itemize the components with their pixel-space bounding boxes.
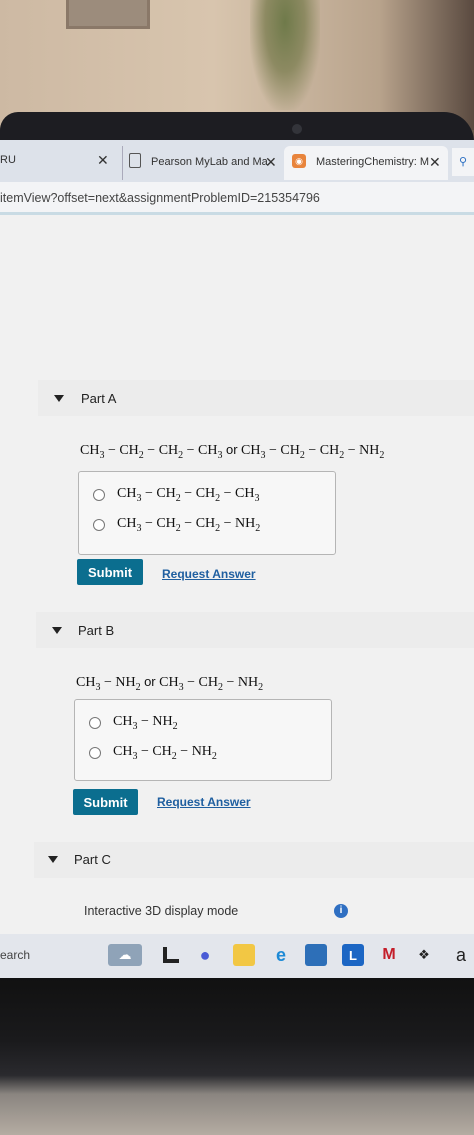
choice-label: CH3 − CH2 − CH2 − NH2 <box>117 516 261 534</box>
compound-left: CH3 − CH2 − CH2 − CH3 <box>80 443 223 461</box>
webcam <box>292 124 302 134</box>
address-bar[interactable]: itemView?offset=next&assignmentProblemID… <box>0 182 474 215</box>
collapse-triangle-icon[interactable] <box>54 395 64 402</box>
part-a-title: Part A <box>81 391 117 406</box>
compound-left: CH3 − NH2 <box>76 675 141 693</box>
close-icon[interactable]: ✕ <box>429 154 441 171</box>
part-a-submit-button[interactable]: Submit <box>77 559 143 585</box>
part-c-title: Part C <box>74 852 111 867</box>
part-a-choice-1[interactable]: CH3 − CH2 − CH2 − CH3 <box>93 486 259 504</box>
radio-button[interactable] <box>89 716 101 729</box>
radio-button[interactable] <box>93 518 105 531</box>
choice-label: CH3 − NH2 <box>113 714 178 732</box>
file-explorer-icon[interactable] <box>160 944 182 966</box>
part-b-choices: CH3 − NH2 CH3 − CH2 − NH2 <box>74 699 332 781</box>
or-label: or <box>225 442 238 457</box>
close-icon[interactable]: ✕ <box>97 152 109 169</box>
part-b-request-answer-link[interactable]: Request Answer <box>157 795 251 809</box>
browser-tab-bar: RU ✕ Pearson MyLab and Ma ✕ ◉ MasteringC… <box>0 140 474 182</box>
part-a-header[interactable]: Part A <box>38 380 474 416</box>
document-icon <box>129 153 141 168</box>
edge-icon[interactable]: e <box>270 944 292 966</box>
amazon-icon[interactable]: a <box>450 944 472 966</box>
tab-title: Pearson MyLab and Ma <box>151 156 268 168</box>
part-b-header[interactable]: Part B <box>36 612 474 648</box>
radio-button[interactable] <box>89 746 101 759</box>
or-label: or <box>144 674 156 689</box>
part-b-submit-button[interactable]: Submit <box>73 789 138 815</box>
part-a-question: CH3 − CH2 − CH2 − CH3 or CH3 − CH2 − CH2… <box>80 442 384 461</box>
hanging-plant <box>250 0 320 110</box>
display-mode-label: Interactive 3D display mode <box>84 904 239 918</box>
store-icon[interactable] <box>305 944 327 966</box>
mastering-favicon-icon: ◉ <box>292 154 306 168</box>
part-c-header[interactable]: Part C <box>34 842 474 878</box>
wall-frame <box>66 0 150 29</box>
part-a-choice-2[interactable]: CH3 − CH2 − CH2 − NH2 <box>93 516 260 534</box>
folder-icon[interactable] <box>233 944 255 966</box>
dropbox-icon[interactable]: ❖ <box>413 944 435 966</box>
tab-title: RU <box>0 154 16 166</box>
part-a-choices: CH3 − CH2 − CH2 − CH3 CH3 − CH2 − CH2 − … <box>78 471 336 555</box>
search-icon[interactable]: ⚲ <box>452 148 474 176</box>
tab-mastering-chemistry[interactable]: ◉ MasteringChemistry: M ✕ <box>284 146 448 180</box>
info-icon[interactable]: i <box>334 904 348 918</box>
radio-button[interactable] <box>93 488 105 501</box>
part-b-choice-2[interactable]: CH3 − CH2 − NH2 <box>89 744 217 762</box>
mcafee-icon[interactable]: M <box>378 944 400 966</box>
weather-icon[interactable]: ☁ <box>108 944 142 966</box>
choice-label: CH3 − CH2 − CH2 − CH3 <box>117 486 260 504</box>
chat-icon[interactable]: ● <box>194 944 216 966</box>
tab-title: MasteringChemistry: M <box>316 156 430 168</box>
tab-pearson-mylab[interactable]: Pearson MyLab and Ma ✕ <box>122 146 283 180</box>
laptop-body <box>0 978 474 1135</box>
part-b-question: CH3 − NH2 or CH3 − CH2 − NH2 <box>76 674 263 693</box>
compound-right: CH3 − CH2 − NH2 <box>159 675 264 693</box>
tab-ru[interactable]: RU ✕ <box>0 146 118 180</box>
collapse-triangle-icon[interactable] <box>48 856 58 863</box>
url-text[interactable]: itemView?offset=next&assignmentProblemID… <box>0 191 320 205</box>
windows-taskbar: earch ☁ ● e L M ❖ a <box>0 934 474 978</box>
compound-right: CH3 − CH2 − CH2 − NH2 <box>241 443 385 461</box>
l-app-icon[interactable]: L <box>342 944 364 966</box>
part-b-choice-1[interactable]: CH3 − NH2 <box>89 714 178 732</box>
collapse-triangle-icon[interactable] <box>52 627 62 634</box>
taskbar-search[interactable]: earch <box>0 948 30 962</box>
choice-label: CH3 − CH2 − NH2 <box>113 744 217 762</box>
close-icon[interactable]: ✕ <box>265 154 277 171</box>
part-a-request-answer-link[interactable]: Request Answer <box>162 567 256 581</box>
part-b-title: Part B <box>78 623 115 638</box>
